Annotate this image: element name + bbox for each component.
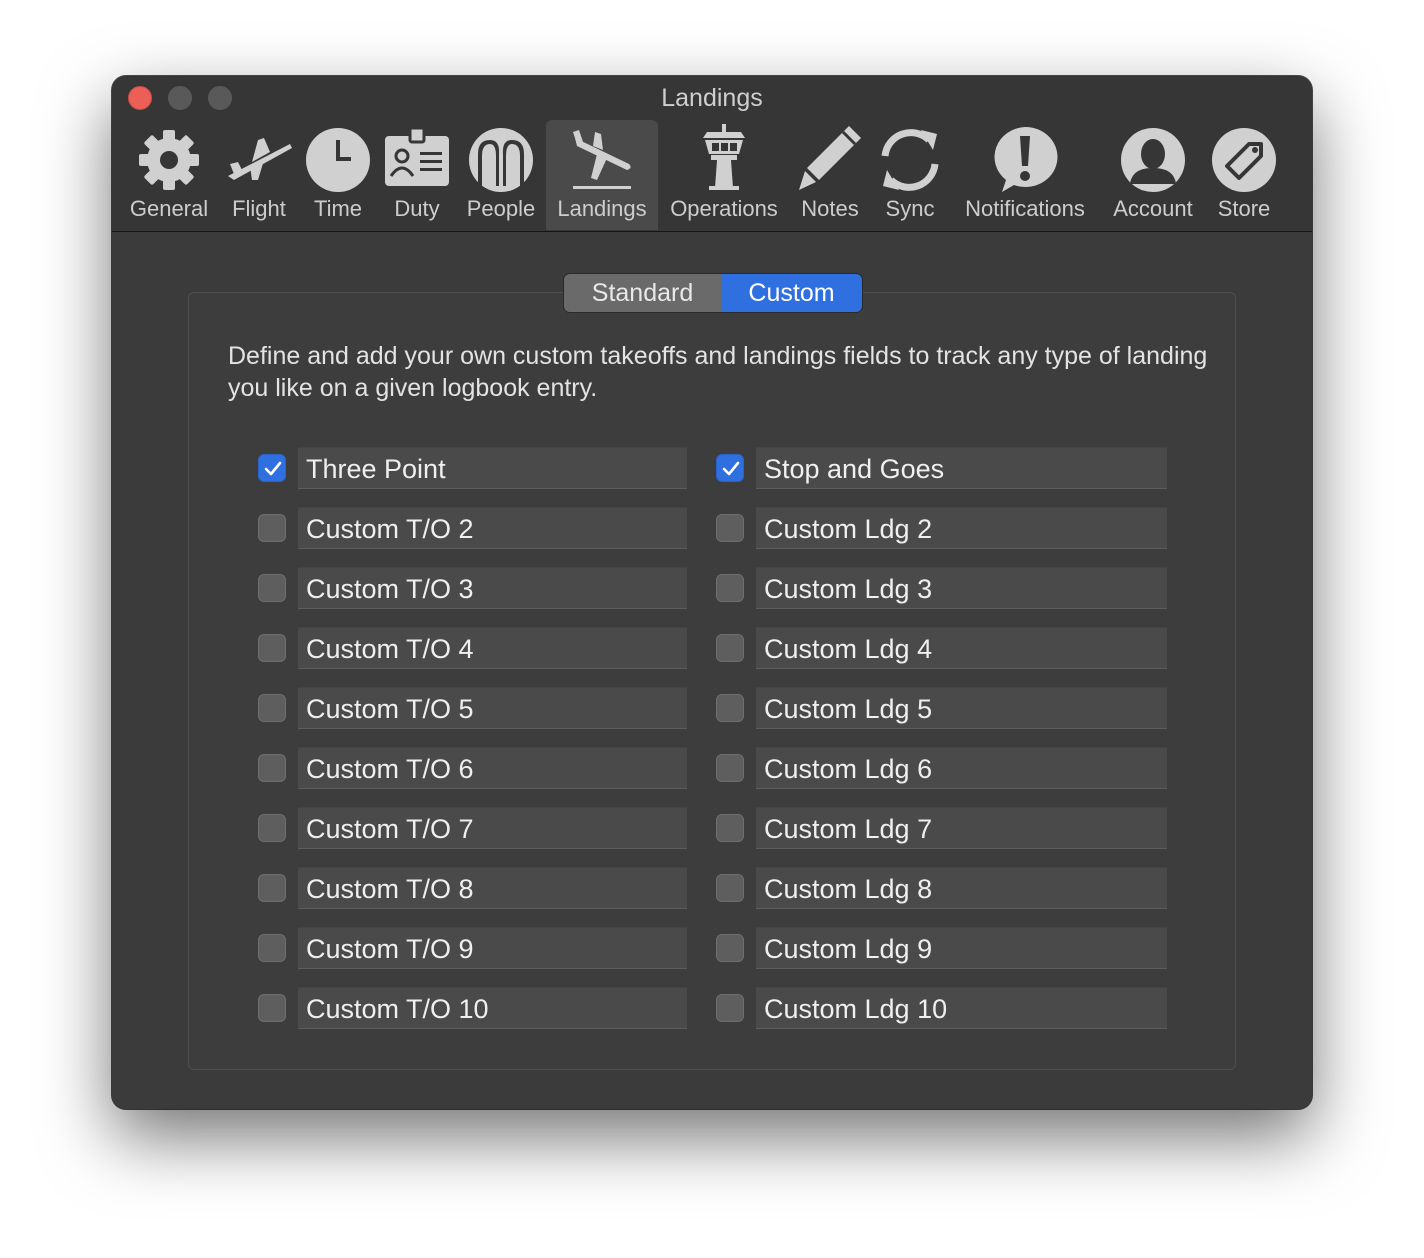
toolbar-label: Notes: [801, 196, 859, 221]
landing-checkbox[interactable]: [716, 814, 744, 842]
clock-icon: [306, 128, 370, 192]
toolbar-item-people[interactable]: People: [460, 120, 542, 230]
standard-custom-segmented-control: Standard Custom: [564, 274, 862, 312]
landing-checkbox[interactable]: [716, 754, 744, 782]
toolbar-label: Flight: [232, 196, 286, 221]
toolbar-label: People: [466, 196, 536, 221]
landing-checkbox[interactable]: [716, 934, 744, 962]
window-title: Landings: [661, 84, 763, 112]
landing-checkbox[interactable]: [716, 454, 744, 482]
toolbar-item-general[interactable]: General: [122, 120, 216, 230]
landing-checkbox[interactable]: [716, 514, 744, 542]
landing-name-field[interactable]: Custom Ldg 4: [756, 627, 1167, 669]
landing-name-field[interactable]: Custom Ldg 6: [756, 747, 1167, 789]
toolbar-label: Duty: [394, 196, 440, 221]
toolbar-label: Store: [1217, 196, 1271, 221]
description-text: Define and add your own custom takeoffs …: [228, 342, 1208, 402]
landing-name-field[interactable]: Custom Ldg 10: [756, 987, 1167, 1029]
toolbar-item-flight[interactable]: Flight: [220, 120, 298, 230]
landing-row: Stop and Goes: [112, 447, 1312, 489]
landing-row: Custom Ldg 2: [112, 507, 1312, 549]
tag-icon: [1212, 128, 1276, 192]
checkmark-icon: [722, 461, 740, 476]
landing-name-field[interactable]: Stop and Goes: [756, 447, 1167, 489]
toolbar-item-notes[interactable]: Notes: [792, 120, 868, 230]
landing-row: Custom Ldg 7: [112, 807, 1312, 849]
titlebar: Landings General Flight Time Duty People…: [112, 76, 1312, 232]
segment-standard[interactable]: Standard: [564, 274, 721, 312]
toolbar-label: Time: [313, 196, 363, 221]
toolbar-label: Notifications: [965, 196, 1085, 221]
landing-row: Custom Ldg 6: [112, 747, 1312, 789]
toolbar-item-landings[interactable]: Landings: [546, 120, 658, 230]
landing-name-field[interactable]: Custom Ldg 8: [756, 867, 1167, 909]
gear-icon: [139, 130, 199, 190]
toolbar-label: General: [129, 196, 209, 221]
airplane-icon: [228, 138, 292, 180]
toolbar-item-time[interactable]: Time: [300, 120, 376, 230]
toolbar-item-notifications[interactable]: Notifications: [956, 120, 1094, 230]
toolbar-label: Account: [1113, 196, 1193, 221]
people-icon: [469, 128, 533, 192]
landing-name-field[interactable]: Custom Ldg 2: [756, 507, 1167, 549]
landing-checkbox[interactable]: [716, 634, 744, 662]
landing-name-field[interactable]: Custom Ldg 5: [756, 687, 1167, 729]
person-silhouette-icon: [1121, 128, 1185, 192]
exclamation-bubble-icon: [994, 126, 1058, 192]
control-tower-icon: [703, 124, 745, 190]
landing-checkbox[interactable]: [716, 574, 744, 602]
preferences-window: Landings General Flight Time Duty People…: [112, 76, 1312, 1109]
landing-name-field[interactable]: Custom Ldg 3: [756, 567, 1167, 609]
landing-name-field[interactable]: Custom Ldg 9: [756, 927, 1167, 969]
toolbar-label: Landings: [557, 196, 647, 221]
toolbar-label: Sync: [885, 196, 935, 221]
toolbar-item-sync[interactable]: Sync: [872, 120, 948, 230]
toolbar-item-duty[interactable]: Duty: [380, 120, 454, 230]
landing-row: Custom Ldg 10: [112, 987, 1312, 1029]
toolbar-item-account[interactable]: Account: [1106, 120, 1200, 230]
landing-row: Custom Ldg 9: [112, 927, 1312, 969]
sync-icon: [881, 129, 939, 191]
pencil-icon: [799, 126, 861, 190]
landing-checkbox[interactable]: [716, 694, 744, 722]
preferences-toolbar: General Flight Time Duty People Landings…: [112, 120, 1312, 230]
landing-row: Custom Ldg 3: [112, 567, 1312, 609]
landing-row: Custom Ldg 5: [112, 687, 1312, 729]
toolbar-item-store[interactable]: Store: [1206, 120, 1282, 230]
id-badge-icon: [385, 126, 449, 186]
landing-row: Custom Ldg 8: [112, 867, 1312, 909]
landing-name-field[interactable]: Custom Ldg 7: [756, 807, 1167, 849]
toolbar-label: Operations: [670, 196, 778, 221]
landing-airplane-icon: [573, 130, 631, 189]
landing-checkbox[interactable]: [716, 874, 744, 902]
landing-row: Custom Ldg 4: [112, 627, 1312, 669]
landing-checkbox[interactable]: [716, 994, 744, 1022]
segment-custom[interactable]: Custom: [721, 274, 862, 312]
toolbar-item-operations[interactable]: Operations: [664, 120, 784, 230]
